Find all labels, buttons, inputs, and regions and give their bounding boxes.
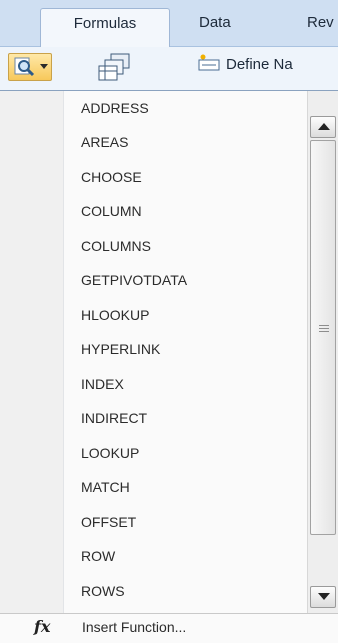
menu-item-indirect[interactable]: INDIRECT — [63, 401, 305, 435]
tab-data[interactable]: Data — [199, 14, 231, 31]
menu-scrollbar[interactable] — [307, 91, 338, 613]
lookup-reference-button[interactable] — [8, 53, 52, 81]
menu-item-rows[interactable]: ROWS — [63, 574, 305, 608]
menu-item-offset[interactable]: OFFSET — [63, 505, 305, 539]
menu-item-columns[interactable]: COLUMNS — [63, 229, 305, 263]
insert-function-label: Insert Function... — [82, 619, 187, 635]
tab-formulas[interactable]: Formulas — [40, 8, 170, 47]
scroll-down-button[interactable] — [310, 586, 336, 608]
fx-icon: fx — [34, 617, 51, 636]
menu-item-hyperlink[interactable]: HYPERLINK — [63, 332, 305, 366]
define-name-button[interactable]: Define Na — [198, 54, 293, 76]
define-name-icon — [198, 54, 220, 76]
menu-item-hlookup[interactable]: HLOOKUP — [63, 298, 305, 332]
tab-review[interactable]: Rev — [307, 14, 334, 31]
more-functions-icon[interactable] — [95, 50, 135, 90]
scroll-up-button[interactable] — [310, 116, 336, 138]
menu-item-row[interactable]: ROW — [63, 539, 305, 573]
menu-item-index[interactable]: INDEX — [63, 367, 305, 401]
menu-item-getpivotdata[interactable]: GETPIVOTDATA — [63, 263, 305, 297]
menu-icon-gutter — [0, 91, 64, 642]
chevron-down-icon — [40, 64, 48, 69]
define-name-label: Define Na — [226, 55, 293, 73]
menu-item-column[interactable]: COLUMN — [63, 194, 305, 228]
ribbon: Formulas Data Rev Define Na — [0, 0, 338, 90]
menu-item-areas[interactable]: AREAS — [63, 125, 305, 159]
menu-item-address[interactable]: ADDRESS — [63, 91, 305, 125]
magnifier-icon — [13, 56, 37, 83]
grip-icon — [319, 325, 329, 334]
menu-item-match[interactable]: MATCH — [63, 470, 305, 504]
scroll-thumb[interactable] — [310, 140, 336, 535]
insert-function-item[interactable]: fx Insert Function... — [0, 613, 338, 643]
lookup-functions-menu: ADDRESS AREAS CHOOSE COLUMN COLUMNS GETP… — [0, 90, 338, 643]
ribbon-tab-row: Formulas Data Rev — [0, 0, 338, 47]
menu-item-lookup[interactable]: LOOKUP — [63, 436, 305, 470]
menu-item-choose[interactable]: CHOOSE — [63, 160, 305, 194]
